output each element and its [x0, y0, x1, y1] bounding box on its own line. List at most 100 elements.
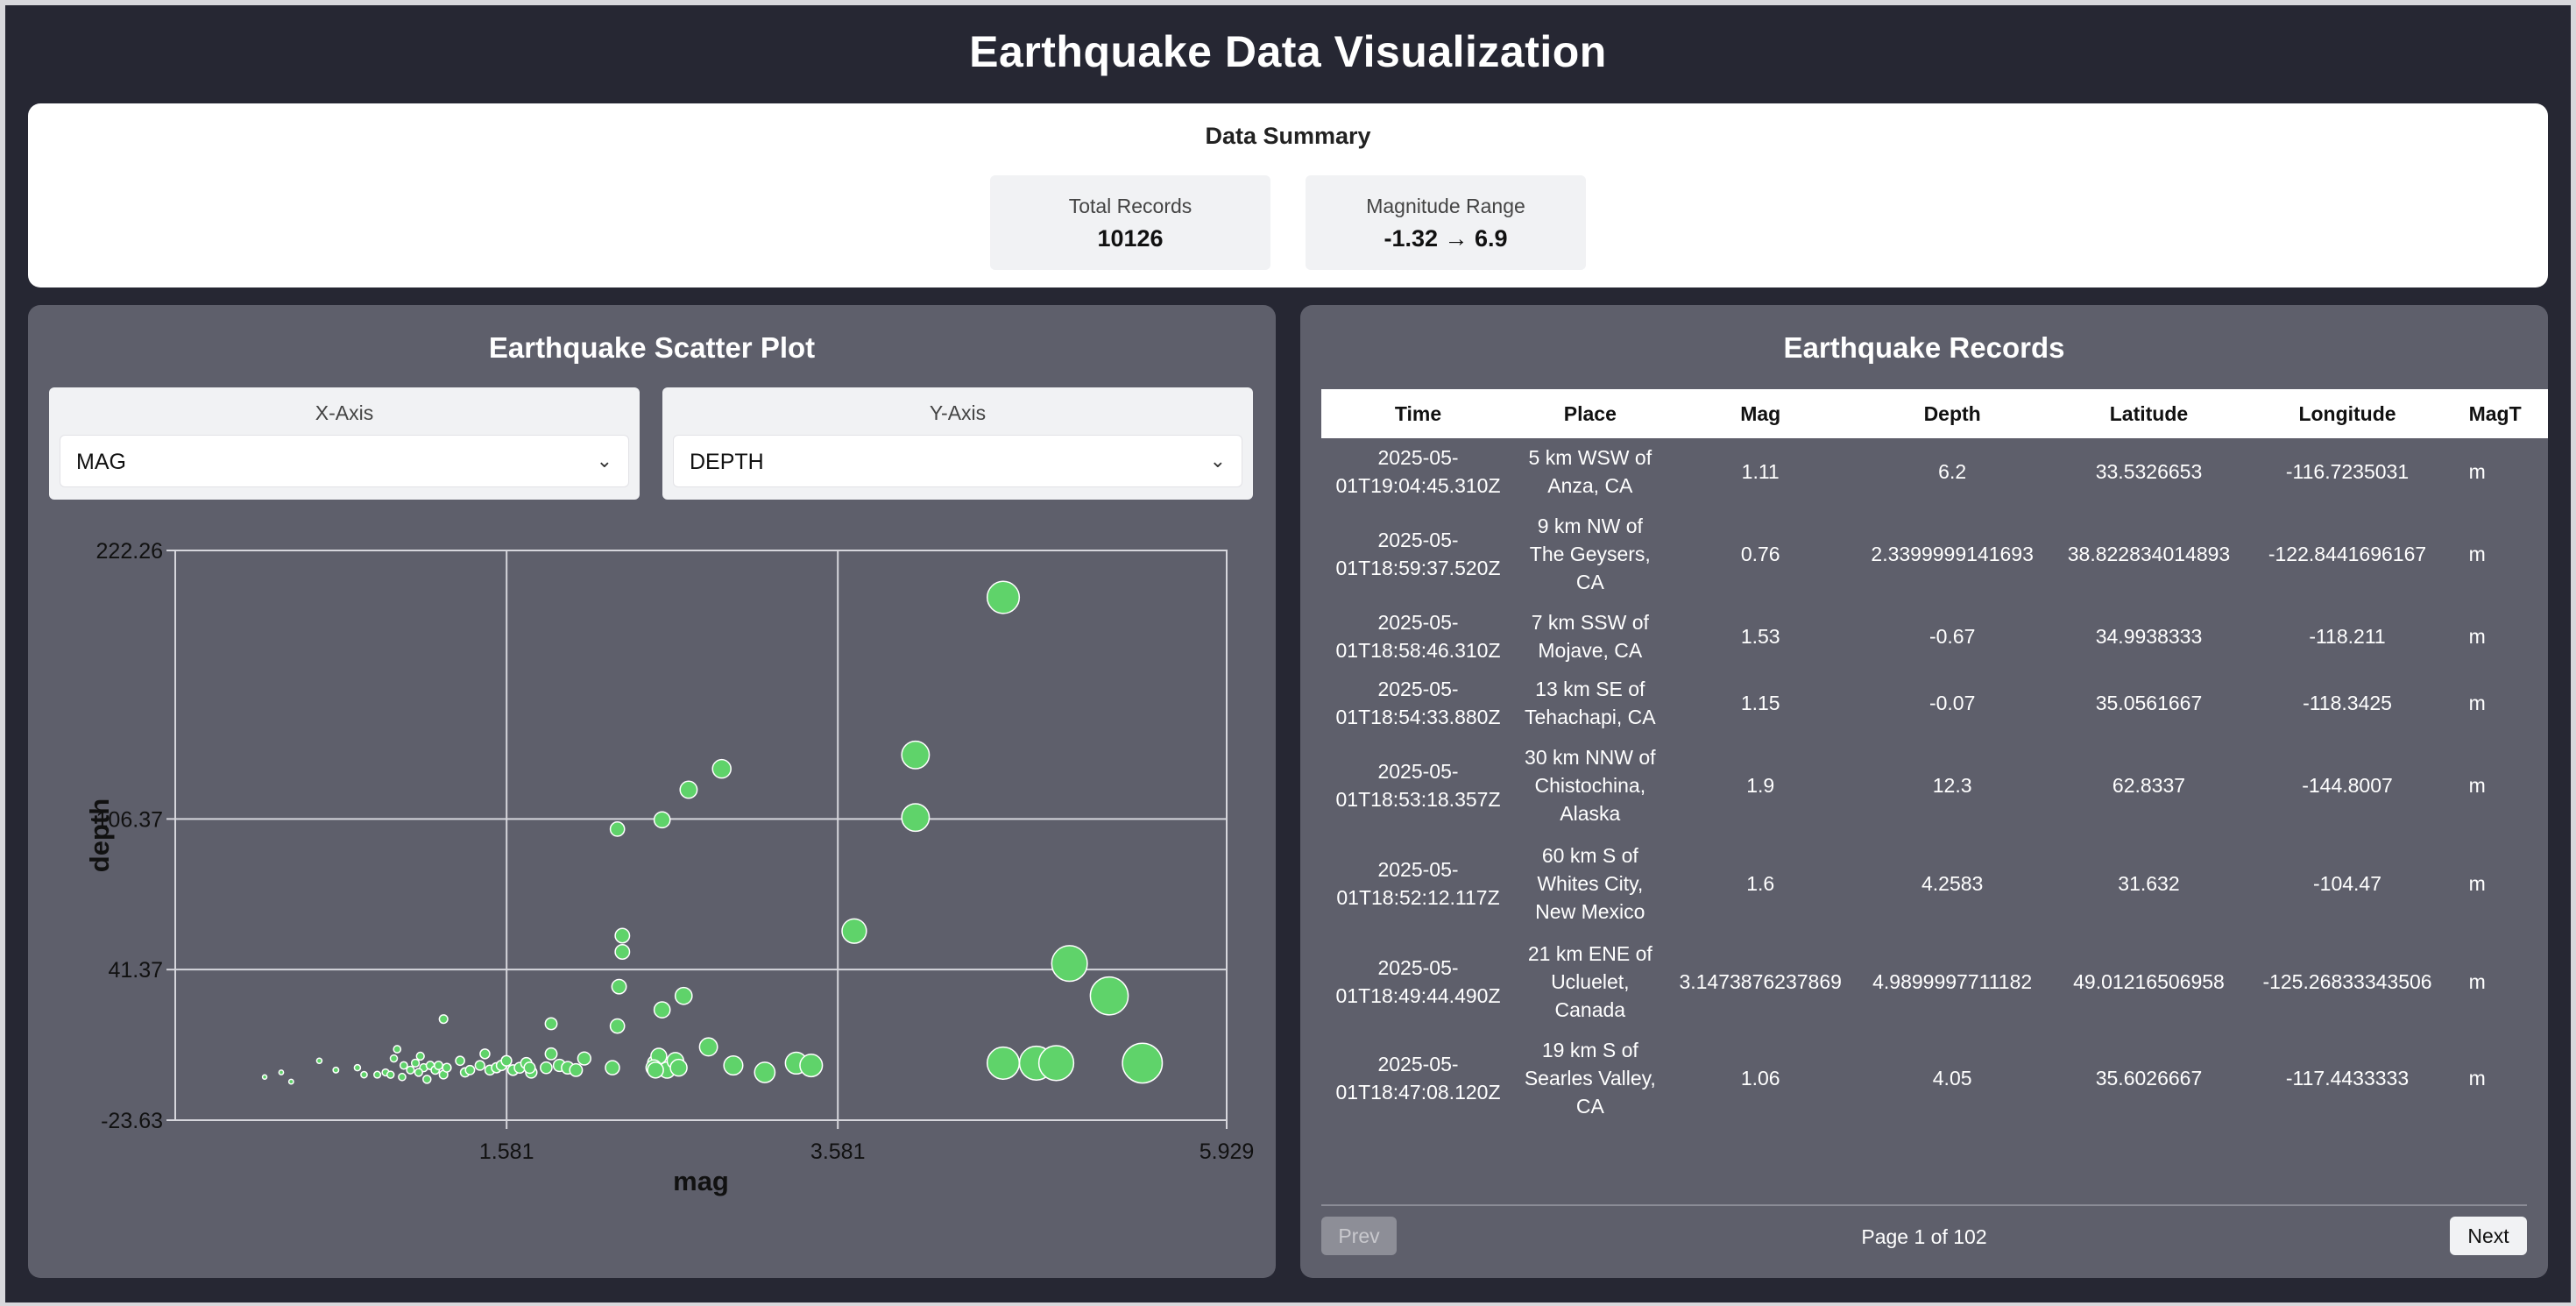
scatter-point[interactable]: [569, 1062, 584, 1077]
scatter-point[interactable]: [653, 1001, 671, 1019]
x-axis-label: X-Axis: [315, 401, 374, 424]
scatter-point[interactable]: [577, 1051, 591, 1066]
summary-title: Data Summary: [1205, 123, 1371, 149]
scatter-point[interactable]: [609, 821, 626, 837]
scatter-point[interactable]: [353, 1063, 362, 1072]
cell-latitude: 62.8337: [2112, 774, 2186, 797]
cell-depth: 4.05: [1932, 1067, 1972, 1090]
y-axis-select[interactable]: DEPTH ⌄: [673, 435, 1242, 487]
cell-depth: 12.3: [1932, 774, 1972, 797]
scatter-point[interactable]: [1089, 976, 1129, 1016]
records-panel: Earthquake Records Time Place Mag Depth …: [1300, 305, 2548, 1278]
table-row[interactable]: 2025-05-01T18:52:12.117Z 60 km S of White…: [1321, 834, 2548, 933]
scatter-point[interactable]: [398, 1072, 407, 1082]
scatter-point[interactable]: [901, 740, 931, 770]
scatter-point[interactable]: [287, 1078, 294, 1085]
next-button[interactable]: Next: [2450, 1217, 2527, 1255]
scatter-point[interactable]: [605, 1060, 620, 1075]
scatter-point[interactable]: [679, 780, 698, 799]
table-row[interactable]: 2025-05-01T18:47:08.120Z 19 km S of Searl…: [1321, 1031, 2548, 1125]
cell-time: 2025-05-01T18:59:37.520Z: [1335, 529, 1501, 579]
table-row[interactable]: 2025-05-01T18:59:37.520Z 9 km NW of The G…: [1321, 505, 2548, 603]
col-header-place[interactable]: Place: [1515, 389, 1666, 438]
col-header-latitude[interactable]: Latitude: [2049, 389, 2249, 438]
scatter-point[interactable]: [1122, 1042, 1164, 1084]
scatter-point[interactable]: [653, 811, 671, 829]
scatter-point[interactable]: [986, 1046, 1021, 1080]
scatter-point[interactable]: [261, 1074, 268, 1081]
scatter-point[interactable]: [360, 1070, 368, 1079]
scatter-point[interactable]: [278, 1069, 285, 1075]
scatter-point[interactable]: [1051, 945, 1088, 983]
scatter-point[interactable]: [399, 1061, 408, 1070]
col-header-time[interactable]: Time: [1321, 389, 1515, 438]
scatter-plot[interactable]: 1.581 3.581 5.929222.26106.3741.37-23.63 m…: [28, 524, 1276, 1278]
scatter-point[interactable]: [442, 1062, 452, 1073]
scatter-point[interactable]: [674, 986, 693, 1005]
table-row[interactable]: 2025-05-01T19:04:45.310Z 5 km WSW of Anza…: [1321, 438, 2548, 505]
table-row[interactable]: 2025-05-01T18:53:18.357Z 30 km NNW of Chi…: [1321, 736, 2548, 834]
data-summary-card: Data Summary Total Records 10126 Magnitu…: [28, 103, 2548, 287]
scatter-point[interactable]: [523, 1061, 536, 1075]
scatter-point[interactable]: [986, 580, 1021, 614]
cell-longitude: -116.7235031: [2285, 460, 2410, 483]
plot-frame: [174, 550, 1228, 1121]
scatter-point[interactable]: [422, 1075, 432, 1084]
cell-latitude: 34.9938333: [2095, 625, 2203, 648]
scatter-point[interactable]: [754, 1061, 776, 1083]
scatter-point[interactable]: [540, 1061, 553, 1075]
col-header-depth[interactable]: Depth: [1856, 389, 2049, 438]
scatter-point[interactable]: [609, 1018, 626, 1034]
scatter-point[interactable]: [455, 1055, 465, 1067]
cell-latitude: 38.822834014893: [2067, 543, 2231, 565]
scatter-point[interactable]: [479, 1048, 491, 1060]
scatter-point[interactable]: [464, 1064, 476, 1075]
scatter-point[interactable]: [544, 1017, 558, 1031]
scatter-point[interactable]: [389, 1054, 399, 1063]
scatter-point[interactable]: [414, 1068, 423, 1077]
scatter-point[interactable]: [723, 1054, 744, 1076]
scatter-point[interactable]: [647, 1061, 664, 1079]
scatter-point[interactable]: [669, 1058, 688, 1077]
col-header-longitude[interactable]: Longitude: [2248, 389, 2445, 438]
scatter-point[interactable]: [406, 1065, 415, 1075]
scatter-point[interactable]: [373, 1070, 382, 1079]
cell-depth: 6.2: [1938, 460, 1967, 483]
col-header-magtype[interactable]: MagT: [2446, 389, 2548, 438]
scatter-point[interactable]: [315, 1057, 323, 1064]
cell-magtype: m: [2468, 692, 2486, 714]
cell-latitude: 35.0561667: [2095, 692, 2203, 714]
x-axis-select[interactable]: MAG ⌄: [60, 435, 629, 487]
scatter-point[interactable]: [1037, 1045, 1075, 1082]
scatter-point[interactable]: [393, 1045, 402, 1054]
scatter-point[interactable]: [799, 1053, 824, 1078]
scatter-point[interactable]: [611, 978, 627, 995]
scatter-point[interactable]: [500, 1054, 513, 1067]
scatter-point[interactable]: [841, 918, 867, 944]
scatter-point[interactable]: [438, 1014, 449, 1025]
cell-time: 2025-05-01T18:49:44.490Z: [1335, 956, 1501, 1007]
scatter-point[interactable]: [434, 1061, 443, 1070]
stat-magnitude-range: Magnitude Range -1.32 → 6.9: [1306, 175, 1586, 270]
table-row[interactable]: 2025-05-01T18:54:33.880Z 13 km SE of Teha…: [1321, 670, 2548, 736]
scatter-point[interactable]: [386, 1070, 395, 1079]
scatter-point[interactable]: [410, 1058, 421, 1068]
stat-value: -1.32 → 6.9: [1384, 225, 1508, 252]
scatter-point[interactable]: [332, 1066, 340, 1074]
scatter-point[interactable]: [544, 1047, 558, 1061]
y-axis-label: Y-Axis: [929, 401, 987, 424]
scatter-point[interactable]: [614, 927, 631, 944]
table-row[interactable]: 2025-05-01T18:49:44.490Z 21 km ENE of Ucl…: [1321, 933, 2548, 1031]
scatter-point[interactable]: [415, 1051, 425, 1061]
col-header-mag[interactable]: Mag: [1666, 389, 1856, 438]
scatter-point[interactable]: [711, 758, 732, 779]
x-axis-title: mag: [673, 1166, 729, 1196]
table-row[interactable]: 2025-05-01T18:58:46.310Z 7 km SSW of Moja…: [1321, 603, 2548, 670]
scatter-point[interactable]: [474, 1060, 485, 1071]
scatter-point[interactable]: [698, 1037, 718, 1057]
y-axis-selected: DEPTH: [690, 450, 764, 474]
scatter-title: Earthquake Scatter Plot: [488, 331, 816, 364]
scatter-point[interactable]: [614, 944, 631, 960]
scatter-point[interactable]: [901, 803, 931, 833]
cell-longitude: -118.3425: [2303, 692, 2392, 714]
